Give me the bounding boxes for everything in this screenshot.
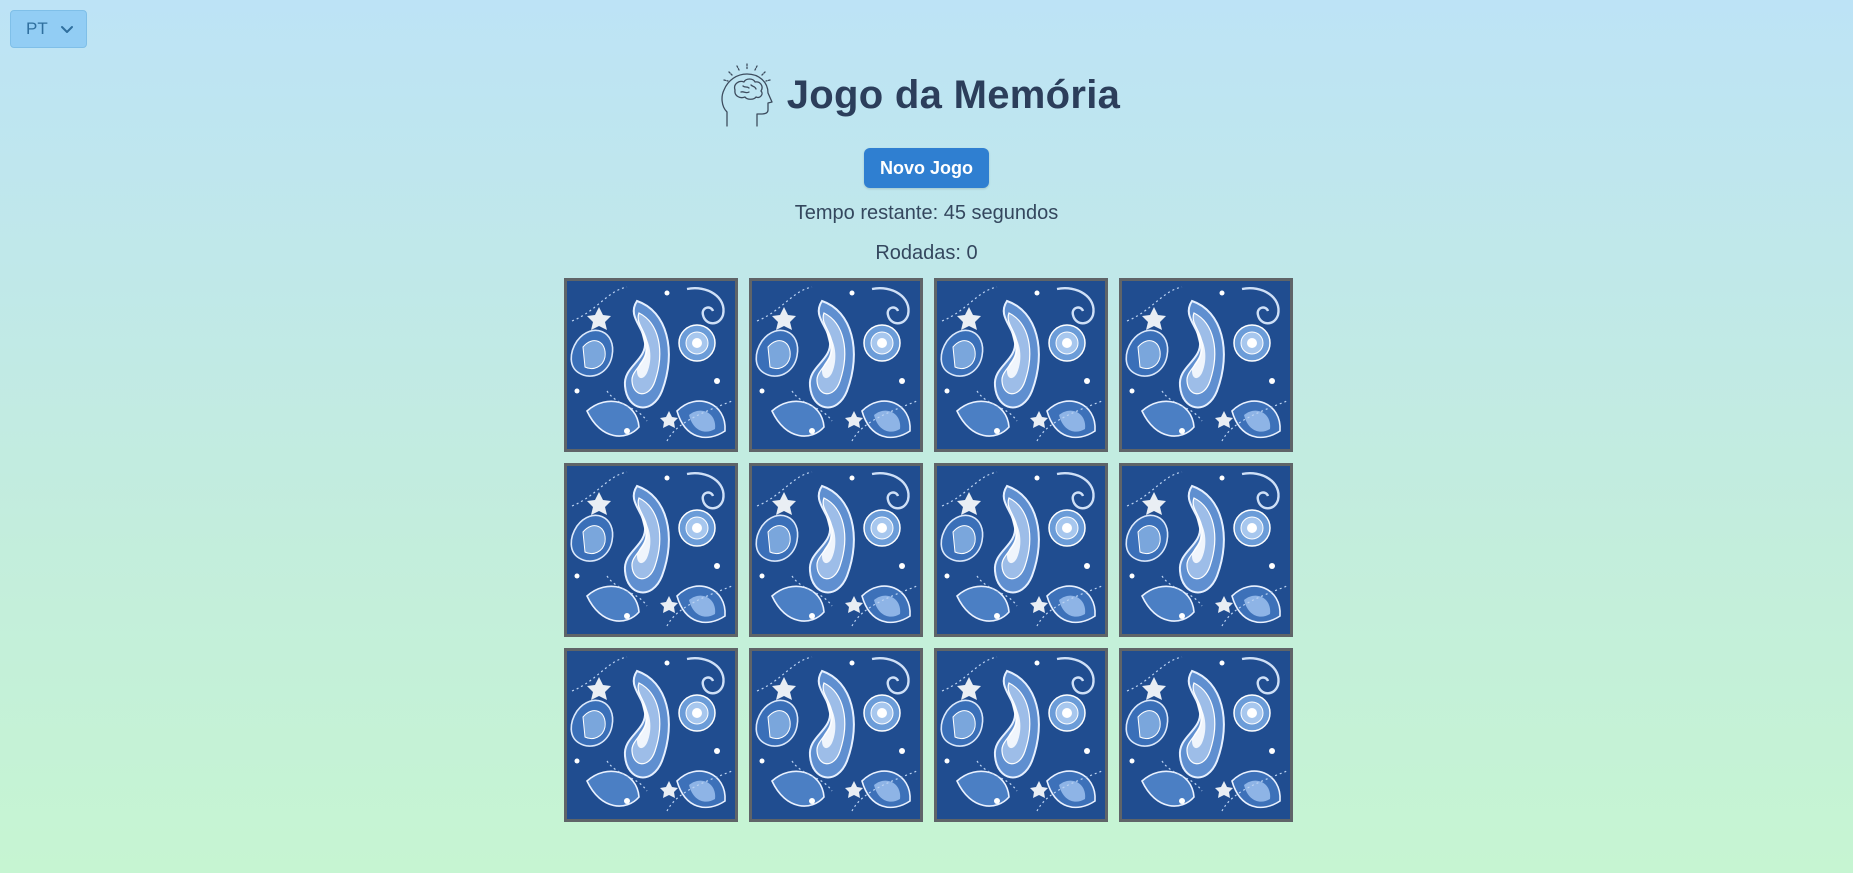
memory-card[interactable]	[564, 278, 738, 452]
page-header: Jogo da Memória	[0, 60, 1853, 130]
memory-card[interactable]	[564, 463, 738, 637]
card-back-pattern	[752, 281, 920, 449]
memory-card[interactable]	[934, 278, 1108, 452]
memory-card[interactable]	[1119, 463, 1293, 637]
card-back-pattern	[937, 651, 1105, 819]
brain-head-icon	[721, 63, 773, 127]
game-board	[564, 278, 1295, 822]
language-select[interactable]: PT	[10, 10, 87, 48]
card-back-pattern	[1122, 281, 1290, 449]
time-remaining: Tempo restante: 45 segundos	[794, 202, 1059, 224]
rounds-counter: Rodadas: 0	[875, 242, 978, 264]
memory-card[interactable]	[749, 278, 923, 452]
memory-card[interactable]	[1119, 648, 1293, 822]
memory-card[interactable]	[564, 648, 738, 822]
memory-card[interactable]	[749, 648, 923, 822]
new-game-button[interactable]: Novo Jogo	[864, 148, 989, 188]
card-back-pattern	[752, 651, 920, 819]
card-back-pattern	[567, 281, 735, 449]
language-select-value: PT	[26, 19, 48, 38]
card-back-pattern	[1122, 466, 1290, 634]
memory-card[interactable]	[749, 463, 923, 637]
card-back-pattern	[752, 466, 920, 634]
memory-card[interactable]	[1119, 278, 1293, 452]
card-back-pattern	[567, 651, 735, 819]
card-back-pattern	[937, 466, 1105, 634]
card-back-pattern	[1122, 651, 1290, 819]
page-title: Jogo da Memória	[786, 72, 1121, 117]
card-back-pattern	[937, 281, 1105, 449]
memory-card[interactable]	[934, 648, 1108, 822]
chevron-down-icon	[60, 26, 73, 33]
memory-card[interactable]	[934, 463, 1108, 637]
card-back-pattern	[567, 466, 735, 634]
